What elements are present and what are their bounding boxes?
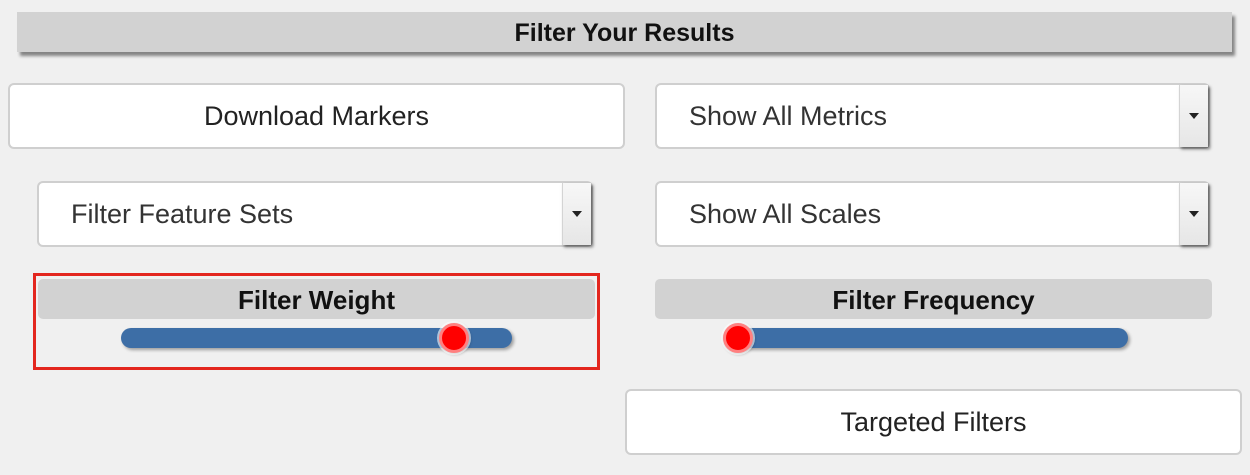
filter-weight-label: Filter Weight: [238, 285, 395, 315]
chevron-down-icon[interactable]: [1179, 183, 1208, 245]
metrics-select-value: Show All Metrics: [689, 101, 888, 131]
filter-header-title: Filter Your Results: [514, 19, 735, 47]
feature-sets-select[interactable]: Filter Feature Sets: [37, 181, 593, 247]
targeted-filters-button[interactable]: Targeted Filters: [625, 389, 1242, 455]
filter-weight-title: Filter Weight: [38, 279, 595, 319]
download-markers-button[interactable]: Download Markers: [8, 83, 625, 149]
chevron-down-icon[interactable]: [1179, 85, 1208, 147]
targeted-filters-label: Targeted Filters: [840, 407, 1027, 437]
scales-select-value: Show All Scales: [689, 199, 882, 229]
filter-frequency-handle[interactable]: [723, 323, 753, 353]
chevron-down-icon[interactable]: [562, 183, 591, 245]
download-markers-label: Download Markers: [203, 101, 430, 131]
filter-weight-handle[interactable]: [438, 323, 469, 353]
metrics-select[interactable]: Show All Metrics: [655, 83, 1210, 149]
filter-frequency-title: Filter Frequency: [655, 279, 1212, 319]
filter-frequency-label: Filter Frequency: [832, 285, 1035, 315]
filter-frequency-track[interactable]: [723, 328, 1128, 348]
feature-sets-select-value: Filter Feature Sets: [71, 199, 294, 229]
filter-header: Filter Your Results: [17, 12, 1232, 52]
scales-select[interactable]: Show All Scales: [655, 181, 1210, 247]
